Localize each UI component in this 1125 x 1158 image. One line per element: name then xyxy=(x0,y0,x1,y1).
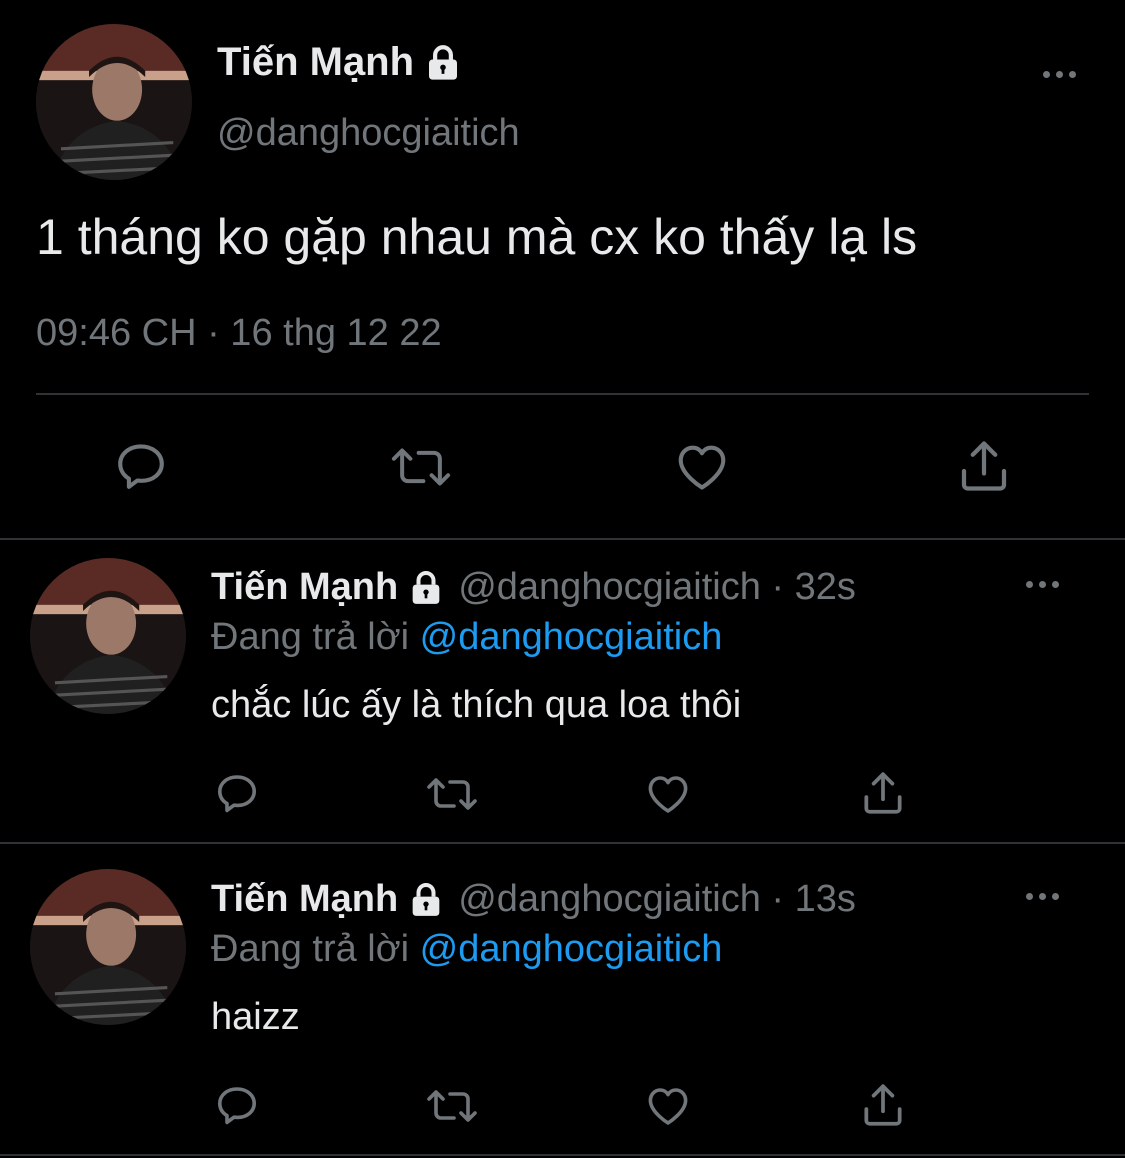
divider xyxy=(0,842,1125,844)
author-name-text[interactable]: Tiến Mạnh xyxy=(217,40,414,85)
more-icon[interactable] xyxy=(1026,581,1059,588)
share-icon[interactable] xyxy=(954,436,1014,496)
heart-icon[interactable] xyxy=(672,438,732,496)
divider xyxy=(0,538,1125,540)
reply-icon[interactable] xyxy=(112,438,170,496)
main-author-avatar[interactable] xyxy=(36,24,192,180)
retweet-icon[interactable] xyxy=(388,438,454,496)
reply-author-avatar[interactable] xyxy=(30,558,186,714)
reply-author-name[interactable]: Tiến Mạnh xyxy=(211,878,398,921)
lock-icon xyxy=(406,568,446,608)
lock-icon xyxy=(422,42,464,84)
main-author-name[interactable]: Tiến Mạnh xyxy=(217,40,464,85)
reply-header: Tiến Mạnh @danghocgiaitich · 13s xyxy=(211,878,856,921)
reply-icon[interactable] xyxy=(213,770,261,818)
reply-text: chắc lúc ấy là thích qua loa thôi xyxy=(211,684,742,726)
reply-text: haizz xyxy=(211,996,300,1038)
divider xyxy=(36,393,1089,395)
main-author-handle[interactable]: @danghocgiaitich xyxy=(217,112,520,155)
replying-label: Đang trả lời xyxy=(211,616,410,658)
reply-author-handle[interactable]: @danghocgiaitich · 32s xyxy=(458,566,856,609)
tweet-timestamp[interactable]: 09:46 CH · 16 thg 12 22 xyxy=(36,312,442,355)
more-icon[interactable] xyxy=(1026,893,1059,900)
share-icon[interactable] xyxy=(858,1080,908,1130)
tweet-text: 1 tháng ko gặp nhau mà cx ko thấy lạ ls xyxy=(36,209,918,265)
reply-icon[interactable] xyxy=(213,1082,261,1130)
mention-link[interactable]: @danghocgiaitich xyxy=(420,616,723,658)
lock-icon xyxy=(406,880,446,920)
share-icon[interactable] xyxy=(858,768,908,818)
replying-label: Đang trả lời xyxy=(211,928,410,970)
divider xyxy=(0,1154,1125,1156)
reply-author-handle[interactable]: @danghocgiaitich · 13s xyxy=(458,878,856,921)
reply-author-name[interactable]: Tiến Mạnh xyxy=(211,566,398,609)
heart-icon[interactable] xyxy=(643,770,693,818)
mention-link[interactable]: @danghocgiaitich xyxy=(420,928,723,970)
heart-icon[interactable] xyxy=(643,1082,693,1130)
retweet-icon[interactable] xyxy=(424,1082,480,1130)
retweet-icon[interactable] xyxy=(424,770,480,818)
replying-to-line: Đang trả lời @danghocgiaitich xyxy=(211,928,722,971)
reply-header: Tiến Mạnh @danghocgiaitich · 32s xyxy=(211,566,856,609)
reply-author-avatar[interactable] xyxy=(30,869,186,1025)
replying-to-line: Đang trả lời @danghocgiaitich xyxy=(211,616,722,659)
more-icon[interactable] xyxy=(1043,71,1076,78)
